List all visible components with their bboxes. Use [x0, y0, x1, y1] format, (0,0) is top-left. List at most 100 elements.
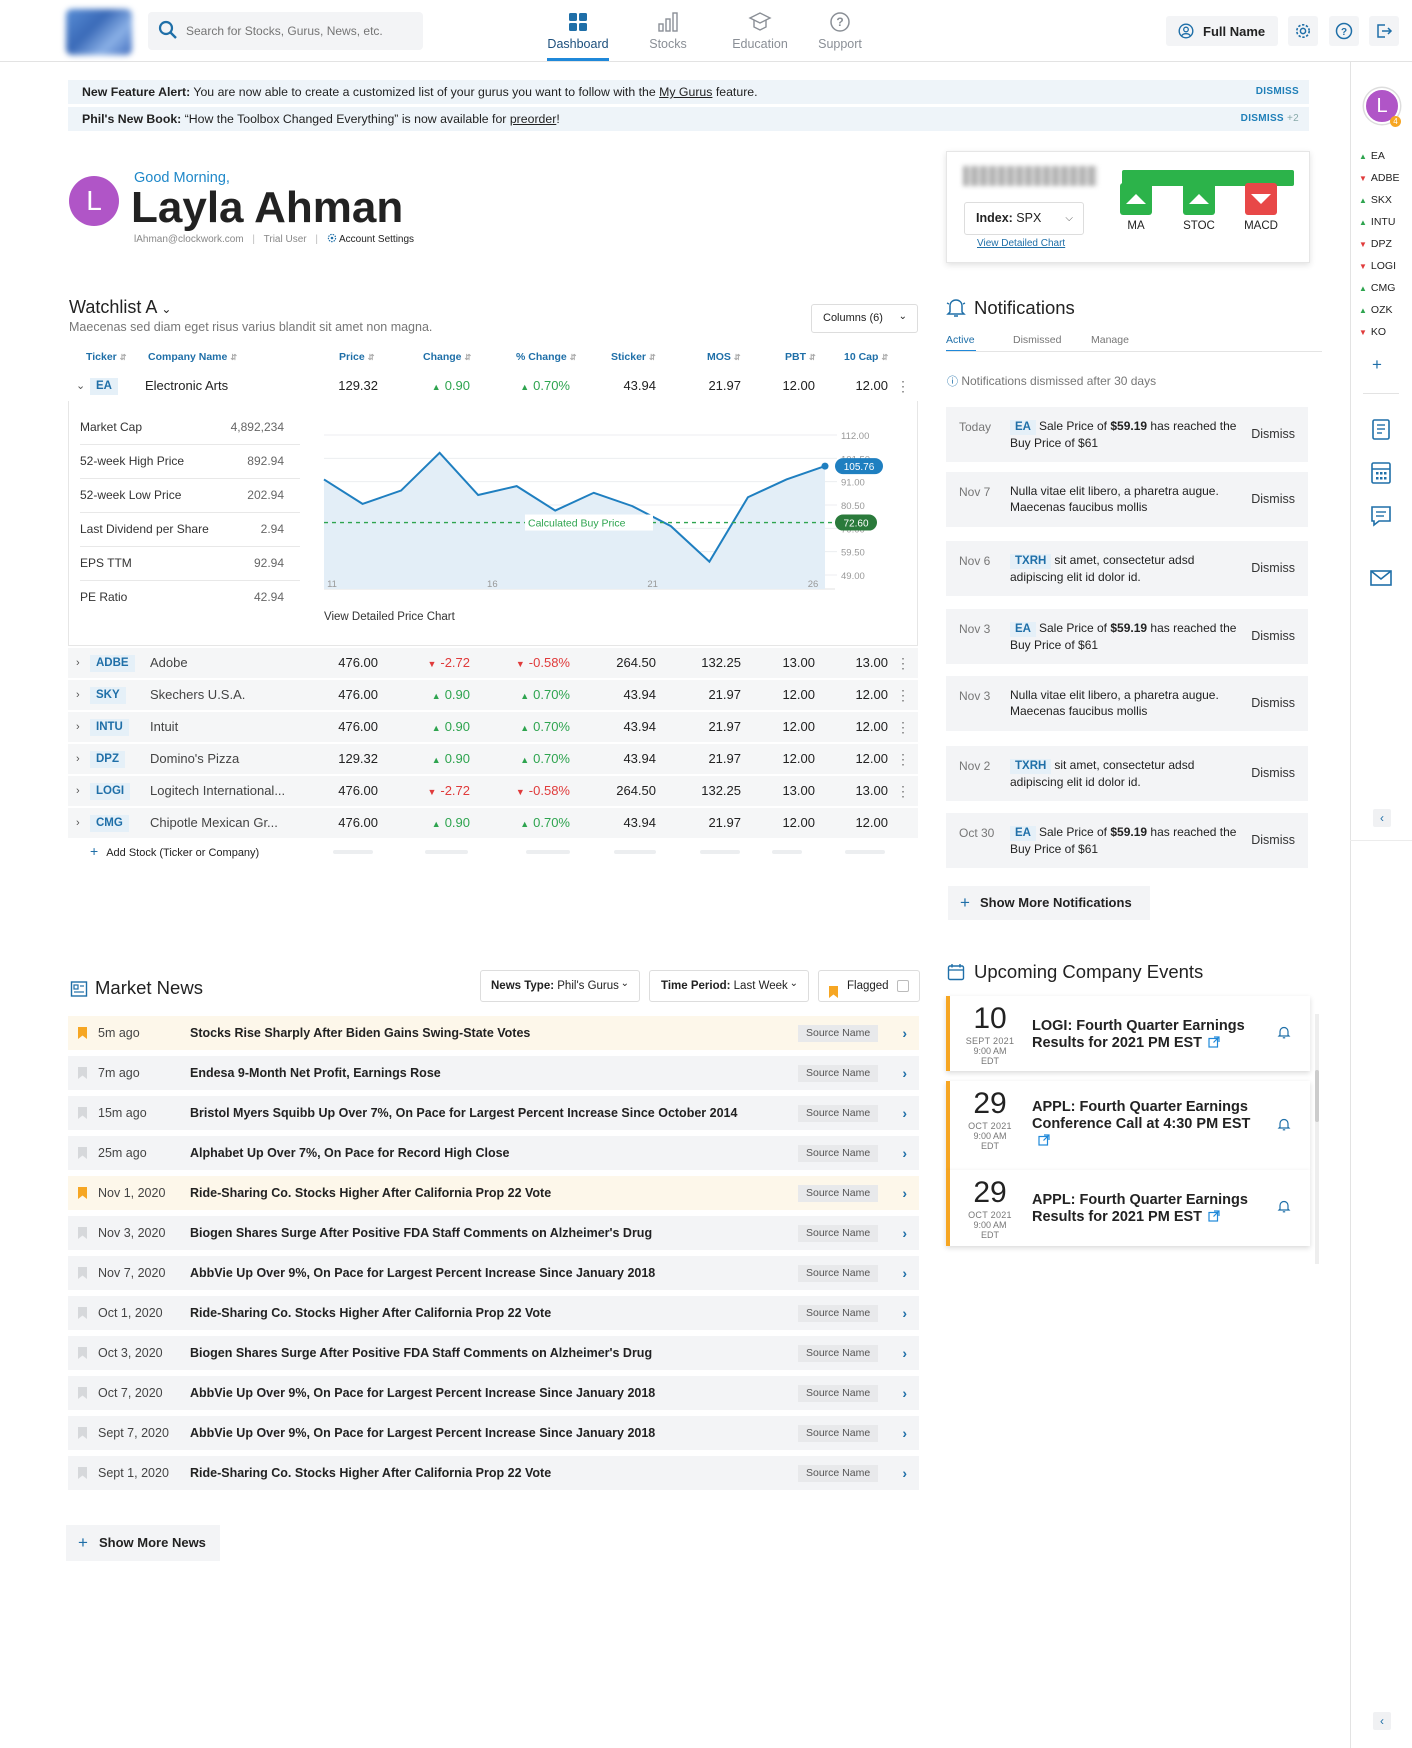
event-card[interactable]: 10 SEPT 2021 9:00 AM EDT LOGI: Fourth Quart… [946, 996, 1310, 1071]
news-item[interactable]: Oct 1, 2020 Ride-Sharing Co. Stocks Highe… [68, 1296, 919, 1330]
column-header--change[interactable]: % Change ⇵ [516, 351, 576, 363]
tab-manage[interactable]: Manage [1091, 334, 1129, 346]
dismiss-alert-button[interactable]: DISMISS [1256, 80, 1299, 104]
flagged-checkbox[interactable] [897, 980, 909, 992]
chevron-right-icon[interactable]: › [902, 1256, 907, 1290]
news-headline[interactable]: Ride-Sharing Co. Stocks Higher After Cal… [190, 1456, 780, 1490]
table-row[interactable]: › CMG Chipotle Mexican Gr... 476.00 ▲ 0.90 ▲ 0.… [68, 808, 918, 838]
bell-icon[interactable] [1276, 1024, 1292, 1045]
event-card[interactable]: 29 OCT 2021 9:00 AM EDT APPL: Fourth Quarte… [946, 1081, 1310, 1170]
sidebar-ticker-dpz[interactable]: ▼ DPZ [1359, 238, 1409, 250]
column-header-sticker[interactable]: Sticker ⇵ [611, 351, 656, 363]
more-options-icon[interactable]: ⋮ [896, 371, 910, 401]
bookmark-icon[interactable] [78, 1026, 87, 1044]
tab-dismissed[interactable]: Dismissed [1013, 334, 1061, 346]
chevron-right-icon[interactable]: › [76, 808, 80, 838]
chevron-right-icon[interactable]: › [902, 1216, 907, 1250]
chevron-right-icon[interactable]: › [76, 648, 80, 678]
table-row[interactable]: › SKY Skechers U.S.A. 476.00 ▲ 0.90 ▲ 0.70% 43.9… [68, 680, 918, 710]
dismiss-notification-button[interactable]: Dismiss [1251, 541, 1295, 596]
notes-icon[interactable] [1369, 417, 1393, 446]
news-headline[interactable]: Biogen Shares Surge After Positive FDA S… [190, 1336, 780, 1370]
search-input[interactable] [186, 12, 416, 50]
bell-icon[interactable] [1276, 1198, 1292, 1219]
bookmark-icon[interactable] [78, 1386, 87, 1404]
dismiss-notification-button[interactable]: Dismiss [1251, 746, 1295, 801]
news-item[interactable]: 7m ago Endesa 9-Month Net Profit, Earning… [68, 1056, 919, 1090]
show-more-notifications-button[interactable]: + Show More Notifications [948, 886, 1150, 920]
external-link-icon[interactable] [1038, 1134, 1050, 1151]
column-header-change[interactable]: Change ⇵ [423, 351, 471, 363]
chevron-right-icon[interactable]: › [902, 1136, 907, 1170]
ticker-badge[interactable]: INTU [90, 719, 129, 736]
news-item[interactable]: Nov 7, 2020 AbbVie Up Over 9%, On Pace fo… [68, 1256, 919, 1290]
settings-button[interactable] [1288, 16, 1318, 46]
more-options-icon[interactable]: ⋮ [896, 680, 910, 710]
nav-education[interactable]: Education [720, 10, 800, 51]
column-header-pbt[interactable]: PBT ⇵ [785, 351, 816, 363]
chevron-right-icon[interactable]: › [76, 712, 80, 742]
news-item[interactable]: Oct 3, 2020 Biogen Shares Surge After Pos… [68, 1336, 919, 1370]
ticker-badge[interactable]: EA [1010, 420, 1036, 435]
table-row[interactable]: › DPZ Domino's Pizza 129.32 ▲ 0.90 ▲ 0.70% 43.94… [68, 744, 918, 774]
news-item[interactable]: Sept 7, 2020 AbbVie Up Over 9%, On Pace f… [68, 1416, 919, 1450]
events-scrollbar-track[interactable] [1315, 1014, 1319, 1264]
news-headline[interactable]: Alphabet Up Over 7%, On Pace for Record … [190, 1136, 780, 1170]
news-item[interactable]: 15m ago Bristol Myers Squibb Up Over 7%, … [68, 1096, 919, 1130]
news-item[interactable]: Sept 1, 2020 Ride-Sharing Co. Stocks High… [68, 1456, 919, 1490]
news-headline[interactable]: AbbVie Up Over 9%, On Pace for Largest P… [190, 1376, 780, 1410]
tab-active[interactable]: Active [946, 334, 975, 346]
table-row[interactable]: › ADBE Adobe 476.00 ▼ -2.72 ▼ -0.58% 264.50 132.2… [68, 648, 918, 678]
event-card[interactable]: 29 OCT 2021 9:00 AM EDT APPL: Fourth Quarte… [946, 1170, 1310, 1246]
ticker-badge[interactable]: ADBE [90, 655, 135, 672]
table-row[interactable]: › LOGI Logitech International... 476.00 ▼ -2.… [68, 776, 918, 806]
news-item[interactable]: Nov 3, 2020 Biogen Shares Surge After Pos… [68, 1216, 919, 1250]
chevron-right-icon[interactable]: › [902, 1056, 907, 1090]
bookmark-icon[interactable] [78, 1106, 87, 1124]
news-item[interactable]: 5m ago Stocks Rise Sharply After Biden Ga… [68, 1016, 919, 1050]
bell-icon[interactable] [1276, 1116, 1292, 1137]
bookmark-icon[interactable] [78, 1066, 87, 1084]
more-options-icon[interactable]: ⋮ [896, 744, 910, 774]
column-header-price[interactable]: Price ⇵ [339, 351, 374, 363]
watchlist-selector[interactable]: Watchlist A ⌄ [69, 297, 171, 318]
chat-icon[interactable] [1369, 504, 1393, 533]
column-header-mos[interactable]: MOS ⇵ [707, 351, 741, 363]
news-type-filter[interactable]: News Type: Phil's Gurus ⌄ [480, 970, 640, 1002]
chevron-right-icon[interactable]: › [76, 744, 80, 774]
news-headline[interactable]: Stocks Rise Sharply After Biden Gains Sw… [190, 1016, 780, 1050]
chevron-right-icon[interactable]: › [902, 1096, 907, 1130]
brand-logo[interactable] [66, 9, 132, 55]
events-scrollbar-thumb[interactable] [1315, 1070, 1319, 1122]
ticker-badge[interactable]: EA [1010, 826, 1036, 841]
sidebar-ticker-adbe[interactable]: ▼ ADBE [1359, 172, 1409, 184]
chevron-right-icon[interactable]: › [902, 1456, 907, 1490]
chevron-right-icon[interactable]: › [902, 1336, 907, 1370]
sidebar-ticker-ko[interactable]: ▼ KO [1359, 326, 1409, 338]
chevron-right-icon[interactable]: › [902, 1176, 907, 1210]
bookmark-icon[interactable] [78, 1266, 87, 1284]
sidebar-ticker-logi[interactable]: ▼ LOGI [1359, 260, 1409, 272]
avatar[interactable]: L [69, 176, 119, 226]
news-headline[interactable]: Bristol Myers Squibb Up Over 7%, On Pace… [190, 1096, 780, 1130]
column-header-ticker[interactable]: Ticker ⇵ [86, 351, 126, 363]
dismiss-notification-button[interactable]: Dismiss [1251, 813, 1295, 868]
sidebar-ticker-skx[interactable]: ▲ SKX [1359, 194, 1409, 206]
external-link-icon[interactable] [1208, 1210, 1220, 1227]
dismiss-notification-button[interactable]: Dismiss [1251, 407, 1295, 462]
collapse-sidebar-bottom-button[interactable]: ‹ [1373, 1712, 1391, 1730]
account-settings-link[interactable]: Account Settings [327, 233, 414, 245]
column-header-company-name[interactable]: Company Name ⇵ [148, 351, 237, 363]
chevron-right-icon[interactable]: › [902, 1376, 907, 1410]
time-period-filter[interactable]: Time Period: Last Week ⌄ [649, 970, 809, 1002]
view-detailed-price-chart-link[interactable]: View Detailed Price Chart [324, 611, 455, 623]
chevron-right-icon[interactable]: › [76, 776, 80, 806]
bookmark-icon[interactable] [78, 1306, 87, 1324]
chevron-right-icon[interactable]: › [902, 1016, 907, 1050]
chevron-down-icon[interactable]: ⌄ [76, 371, 85, 401]
sidebar-ticker-ozk[interactable]: ▲ OZK [1359, 304, 1409, 316]
nav-stocks[interactable]: Stocks [640, 10, 696, 51]
sidebar-ticker-intu[interactable]: ▲ INTU [1359, 216, 1409, 228]
ticker-badge[interactable]: TXRH [1010, 759, 1052, 774]
bookmark-icon[interactable] [78, 1146, 87, 1164]
